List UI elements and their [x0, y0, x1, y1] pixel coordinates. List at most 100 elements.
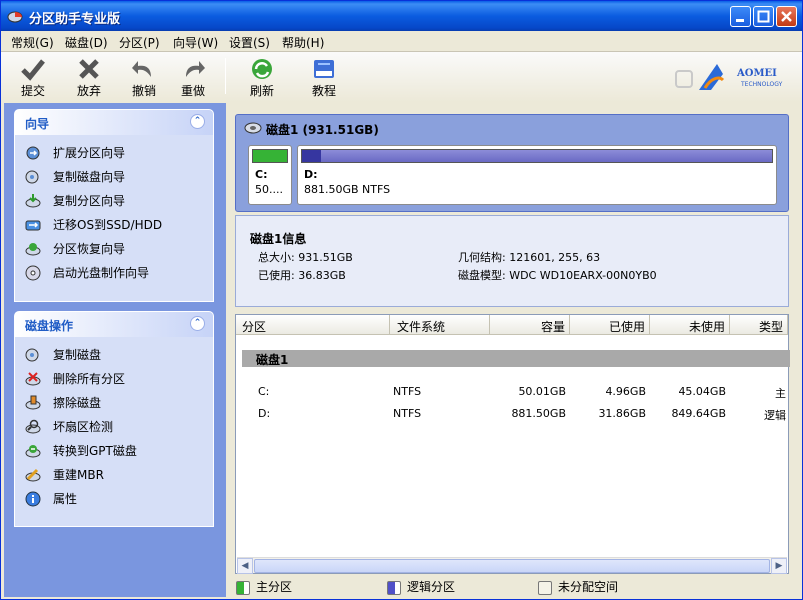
disk-map[interactable]: 磁盘1 (931.51GB) C: 50.... D: 881.50GB NTF…: [235, 114, 789, 212]
col-filesystem[interactable]: 文件系统: [390, 315, 490, 335]
row-type: 逻辑: [764, 409, 786, 422]
left-sidebar: 向导 ⌃ 扩展分区向导 复制磁盘向导 复制分区向导 迁移OS到SSD/HDD 分…: [4, 103, 226, 597]
legend-primary-label: 主分区: [256, 580, 293, 594]
table-disk-group[interactable]: 磁盘1: [242, 350, 790, 367]
menu-help[interactable]: 帮助(H): [282, 34, 324, 51]
op-properties[interactable]: 属性: [25, 489, 213, 513]
wizard-copy-disk[interactable]: 复制磁盘向导: [25, 167, 213, 191]
book-icon: [314, 60, 334, 78]
disk-geometry: 几何结构: 121601, 255, 63: [458, 251, 601, 264]
undo-icon: [132, 61, 151, 77]
app-window: 分区助手专业版 常规(G) 磁盘(D) 分区(P) 向导(W) 设置(S) 帮助…: [0, 0, 803, 600]
close-icon: [781, 11, 792, 22]
col-capacity[interactable]: 容量: [490, 315, 570, 335]
partition-d-size: 881.50GB NTFS: [304, 183, 391, 196]
op-convert-gpt[interactable]: 转换到GPT磁盘: [25, 441, 213, 465]
op-item-label: 删除所有分区: [53, 372, 126, 386]
info-icon: [25, 491, 41, 507]
wizard-panel-header[interactable]: 向导 ⌃: [15, 110, 213, 135]
row-type: 主: [775, 387, 786, 400]
undo-button[interactable]: 撤销: [120, 55, 168, 99]
tutorial-label: 教程: [311, 84, 336, 98]
wizard-copy-partition[interactable]: 复制分区向导: [25, 191, 213, 215]
collapse-icon[interactable]: ⌃: [190, 114, 205, 129]
scrollbar-thumb[interactable]: [254, 559, 770, 573]
extend-partition-icon: [26, 146, 40, 160]
op-item-label: 复制磁盘: [53, 348, 102, 362]
legend-logical-swatch: [387, 581, 401, 595]
copy-partition-icon: [25, 194, 41, 208]
col-type[interactable]: 类型: [730, 315, 788, 335]
op-wipe-disk[interactable]: 擦除磁盘: [25, 393, 213, 417]
close-button[interactable]: [776, 6, 797, 27]
row-filesystem: NTFS: [393, 407, 422, 420]
row-capacity: 881.50GB: [511, 407, 566, 420]
submit-label: 提交: [20, 84, 45, 98]
wizard-item-label: 迁移OS到SSD/HDD: [53, 218, 163, 232]
row-filesystem: NTFS: [393, 385, 422, 398]
minimize-button[interactable]: [730, 6, 751, 27]
col-partition[interactable]: 分区: [236, 315, 390, 335]
bad-sector-icon: [25, 419, 41, 434]
disk-model: 磁盘模型: WDC WD10EARX-00N0YB0: [458, 269, 657, 282]
op-delete-all-partitions[interactable]: 删除所有分区: [25, 369, 213, 393]
wizard-extend-partition[interactable]: 扩展分区向导: [25, 143, 213, 167]
discard-button[interactable]: 放弃: [65, 55, 113, 99]
partition-d-usage-fill: [302, 150, 321, 162]
refresh-button[interactable]: 刷新: [238, 55, 286, 99]
menu-general[interactable]: 常规(G): [11, 34, 54, 51]
scroll-left-button[interactable]: ◀: [237, 558, 253, 574]
wizard-partition-recovery[interactable]: 分区恢复向导: [25, 239, 213, 263]
col-unused[interactable]: 未使用: [650, 315, 730, 335]
col-used[interactable]: 已使用: [570, 315, 650, 335]
wizard-item-label: 复制磁盘向导: [53, 170, 126, 184]
menu-settings[interactable]: 设置(S): [229, 34, 270, 51]
disk-used-size: 已使用: 36.83GB: [258, 269, 346, 282]
toolbar: 提交 放弃 撤销 重做 刷新 教程 AOMEI TECHNOLOGY: [1, 52, 802, 102]
minimize-icon: [736, 19, 744, 22]
title-bar[interactable]: 分区助手专业版: [1, 1, 802, 31]
disk-ops-panel-body: 复制磁盘 删除所有分区 擦除磁盘 坏扇区检测 转换到GPT磁盘 重建MBR 属性: [15, 337, 213, 526]
window-title: 分区助手专业版: [29, 12, 121, 27]
row-partition: C:: [258, 385, 270, 398]
op-copy-disk[interactable]: 复制磁盘: [25, 345, 213, 369]
redo-button[interactable]: 重做: [169, 55, 217, 99]
maximize-button[interactable]: [753, 6, 774, 27]
copy-disk-icon: [25, 348, 39, 362]
partition-c-size: 50....: [255, 183, 283, 196]
submit-button[interactable]: 提交: [9, 55, 57, 99]
disk-ops-panel-title: 磁盘操作: [25, 319, 74, 333]
wizard-item-label: 扩展分区向导: [53, 146, 126, 160]
aomei-logo-icon: AOMEI TECHNOLOGY: [675, 64, 783, 90]
redo-icon: [186, 61, 205, 77]
horizontal-scrollbar[interactable]: ◀ ▶: [237, 557, 787, 574]
op-item-label: 坏扇区检测: [53, 420, 114, 434]
convert-gpt-icon: [25, 445, 41, 458]
row-unused: 849.64GB: [671, 407, 726, 420]
tutorial-button[interactable]: 教程: [300, 55, 348, 99]
collapse-icon[interactable]: ⌃: [190, 316, 205, 331]
partition-c-block[interactable]: C: 50....: [248, 145, 292, 205]
scroll-right-button[interactable]: ▶: [771, 558, 787, 574]
op-bad-sector-check[interactable]: 坏扇区检测: [25, 417, 213, 441]
op-rebuild-mbr[interactable]: 重建MBR: [25, 465, 213, 489]
wizard-item-label: 复制分区向导: [53, 194, 126, 208]
menu-partition[interactable]: 分区(P): [119, 34, 160, 51]
op-item-label: 擦除磁盘: [53, 396, 102, 410]
menu-disk[interactable]: 磁盘(D): [65, 34, 108, 51]
delete-partitions-icon: [25, 372, 41, 386]
menu-bar: 常规(G) 磁盘(D) 分区(P) 向导(W) 设置(S) 帮助(H): [1, 31, 802, 52]
legend-logical-label: 逻辑分区: [407, 580, 456, 594]
wizard-panel-body: 扩展分区向导 复制磁盘向导 复制分区向导 迁移OS到SSD/HDD 分区恢复向导…: [15, 135, 213, 301]
disk-ops-panel: 磁盘操作 ⌃ 复制磁盘 删除所有分区 擦除磁盘 坏扇区检测 转换到GPT磁盘 重…: [14, 311, 214, 527]
wizard-migrate-os[interactable]: 迁移OS到SSD/HDD: [25, 215, 213, 239]
disk-ops-panel-header[interactable]: 磁盘操作 ⌃: [15, 312, 213, 337]
rebuild-mbr-icon: [25, 468, 41, 482]
op-item-label: 属性: [53, 492, 78, 506]
wizard-panel: 向导 ⌃ 扩展分区向导 复制磁盘向导 复制分区向导 迁移OS到SSD/HDD 分…: [14, 109, 214, 302]
menu-wizard[interactable]: 向导(W): [173, 34, 218, 51]
partition-d-block[interactable]: D: 881.50GB NTFS: [297, 145, 777, 205]
wizard-bootable-media[interactable]: 启动光盘制作向导: [25, 263, 213, 287]
legend-primary: 主分区: [236, 580, 292, 596]
migrate-os-icon: [25, 220, 41, 231]
